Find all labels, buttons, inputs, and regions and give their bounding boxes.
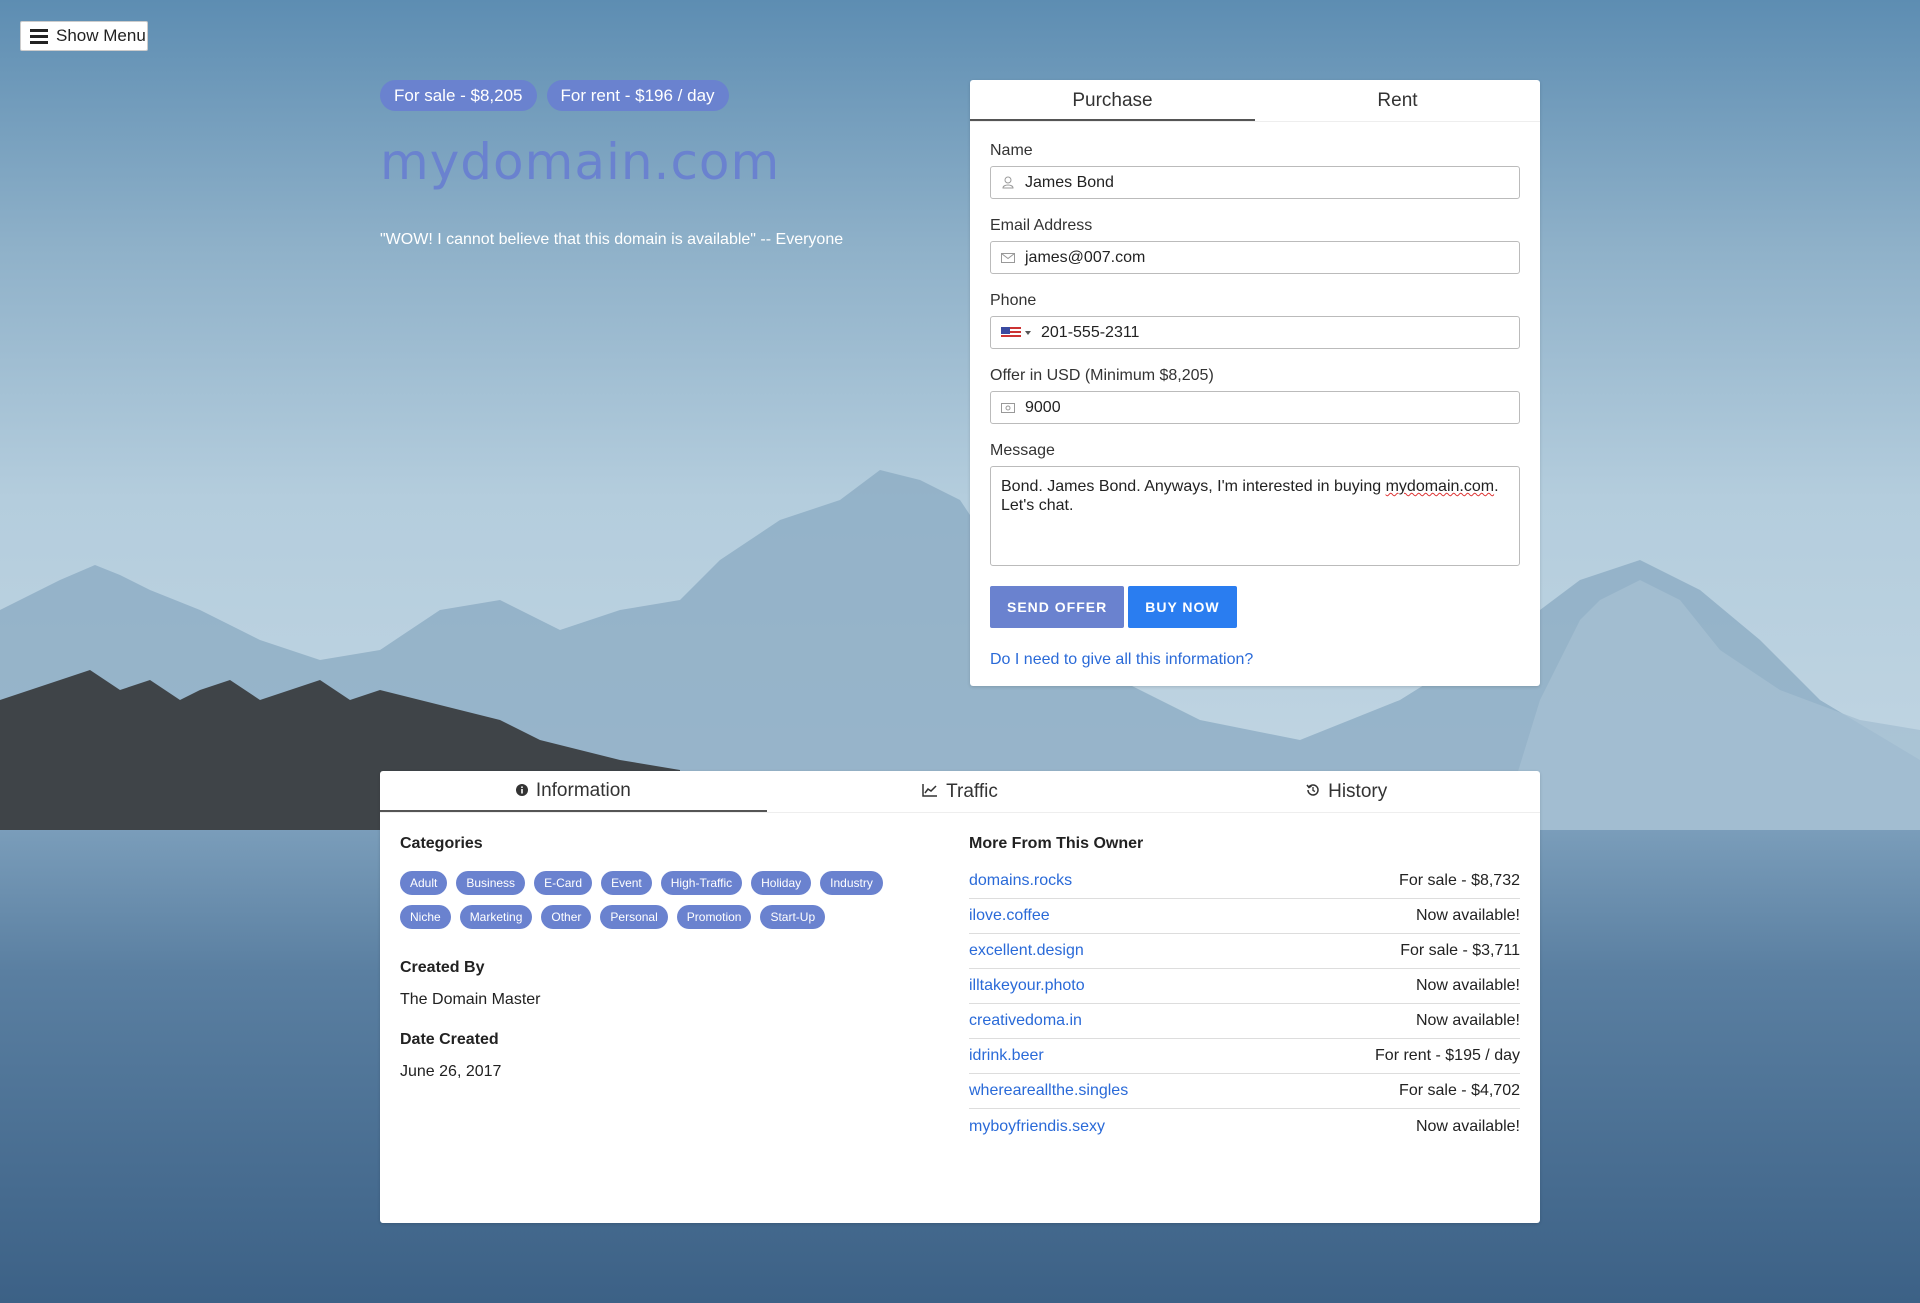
created-by-title: Created By [400,959,485,976]
purchase-tabs: Purchase Rent [970,80,1540,122]
tab-information[interactable]: Information [380,771,767,812]
tab-history-label: History [1328,780,1388,802]
owner-domain-status: For sale - $4,702 [1399,1082,1520,1099]
hero: For sale - $8,205 For rent - $196 / day … [380,80,900,249]
buy-now-button[interactable]: BUY NOW [1128,586,1237,628]
send-offer-button[interactable]: SEND OFFER [990,586,1125,628]
list-item: ilove.coffee Now available! [969,899,1520,934]
money-icon [1001,401,1015,415]
owner-domain-link[interactable]: illtakeyour.photo [969,977,1085,995]
offer-field[interactable]: 9000 [990,391,1520,424]
name-label: Name [990,142,1033,159]
category-chip[interactable]: Start-Up [760,905,826,929]
category-chip[interactable]: Adult [400,871,448,895]
date-created-value: June 26, 2017 [400,1063,502,1080]
date-created-title: Date Created [400,1031,499,1048]
tagline: "WOW! I cannot believe that this domain … [380,231,844,248]
owner-domain-link[interactable]: myboyfriendis.sexy [969,1118,1105,1136]
category-chip[interactable]: Holiday [751,871,812,895]
category-chip[interactable]: Business [456,871,526,895]
list-item: idrink.beer For rent - $195 / day [969,1039,1520,1074]
list-item: domains.rocks For sale - $8,732 [969,864,1520,899]
info-left-column: Categories Adult Business E-Card Event H… [400,835,969,1144]
phone-field[interactable]: 201-555-2311 [990,316,1520,349]
caret-down-icon [1025,330,1031,335]
created-by-value: The Domain Master [400,991,541,1008]
category-chip[interactable]: Promotion [676,905,752,929]
owner-domain-status: Now available! [1415,1012,1520,1029]
tab-traffic[interactable]: Traffic [767,771,1154,812]
message-textarea[interactable]: Bond. James Bond. Anyways, I'm intereste… [990,466,1520,566]
category-chip[interactable]: Other [541,905,592,929]
message-label: Message [990,442,1055,459]
info-circle-icon [515,780,528,802]
line-chart-icon [922,781,938,803]
for-rent-pill[interactable]: For rent - $196 / day [546,80,729,111]
owner-domain-status: Now available! [1415,1117,1520,1135]
list-item: creativedoma.in Now available! [969,1004,1520,1039]
email-value: james@007.com [1025,248,1146,266]
category-chip[interactable]: Event [601,871,652,895]
owner-domain-status: Now available! [1415,907,1520,924]
owner-domain-link[interactable]: creativedoma.in [969,1012,1082,1030]
domain-title: mydomain.com [380,133,781,191]
list-item: excellent.design For sale - $3,711 [969,934,1520,969]
name-field[interactable]: James Bond [990,166,1520,199]
for-sale-pill[interactable]: For sale - $8,205 [380,80,537,111]
category-chip[interactable]: Personal [600,905,668,929]
user-icon [1001,176,1015,190]
categories-title: Categories [400,835,483,852]
offer-label: Offer in USD (Minimum $8,205) [990,367,1214,384]
tab-rent[interactable]: Rent [1255,80,1540,121]
show-menu-label: Show Menu [56,26,146,45]
phone-label: Phone [990,292,1037,309]
price-pills: For sale - $8,205 For rent - $196 / day [380,80,900,111]
us-flag-icon [1001,326,1021,339]
owner-domain-link[interactable]: excellent.design [969,942,1084,960]
tab-purchase[interactable]: Purchase [970,80,1255,121]
category-chip[interactable]: E-Card [534,871,593,895]
email-label: Email Address [990,217,1093,234]
tab-history[interactable]: History [1153,771,1540,812]
offer-value: 9000 [1025,398,1061,416]
tab-information-label: Information [535,779,631,801]
more-from-owner: More From This Owner domains.rocks For s… [969,835,1520,1144]
owner-domain-status: For sale - $8,732 [1399,872,1520,889]
category-chip[interactable]: Niche [400,905,451,929]
owner-domain-link[interactable]: domains.rocks [969,872,1072,890]
message-text-a: Bond. James Bond. Anyways, I'm intereste… [1001,478,1386,495]
category-chips: Adult Business E-Card Event High-Traffic… [400,871,920,929]
envelope-icon [1001,251,1015,265]
owner-domain-status: For sale - $3,711 [1400,942,1520,959]
history-icon [1306,781,1320,803]
list-item: myboyfriendis.sexy Now available! [969,1109,1520,1144]
info-card: Information Traffic History Categories A… [380,771,1540,1223]
tab-traffic-label: Traffic [946,780,998,802]
hamburger-icon [30,29,48,44]
more-from-owner-title: More From This Owner [969,835,1144,852]
list-item: whereareallthe.singles For sale - $4,702 [969,1074,1520,1109]
info-help-link[interactable]: Do I need to give all this information? [990,651,1520,669]
email-field[interactable]: james@007.com [990,241,1520,274]
country-select[interactable] [1001,326,1031,339]
name-value: James Bond [1025,173,1114,191]
info-tabs: Information Traffic History [380,771,1540,813]
owner-domain-link[interactable]: whereareallthe.singles [969,1082,1128,1100]
category-chip[interactable]: Industry [820,871,883,895]
owner-domain-link[interactable]: ilove.coffee [969,907,1050,925]
show-menu-button[interactable]: Show Menu [20,21,148,51]
message-text-domain: mydomain.com [1385,478,1495,495]
owner-domain-link[interactable]: idrink.beer [969,1047,1044,1065]
list-item: illtakeyour.photo Now available! [969,969,1520,1004]
purchase-card: Purchase Rent Name James Bond Email Addr… [970,80,1540,686]
owner-domain-status: For rent - $195 / day [1375,1047,1520,1064]
offer-form: Name James Bond Email Address james@007.… [970,122,1540,669]
category-chip[interactable]: Marketing [459,905,533,929]
category-chip[interactable]: High-Traffic [660,871,743,895]
phone-value: 201-555-2311 [1041,323,1140,341]
owner-domain-list: domains.rocks For sale - $8,732 ilove.co… [969,864,1520,1144]
owner-domain-status: Now available! [1415,977,1520,994]
